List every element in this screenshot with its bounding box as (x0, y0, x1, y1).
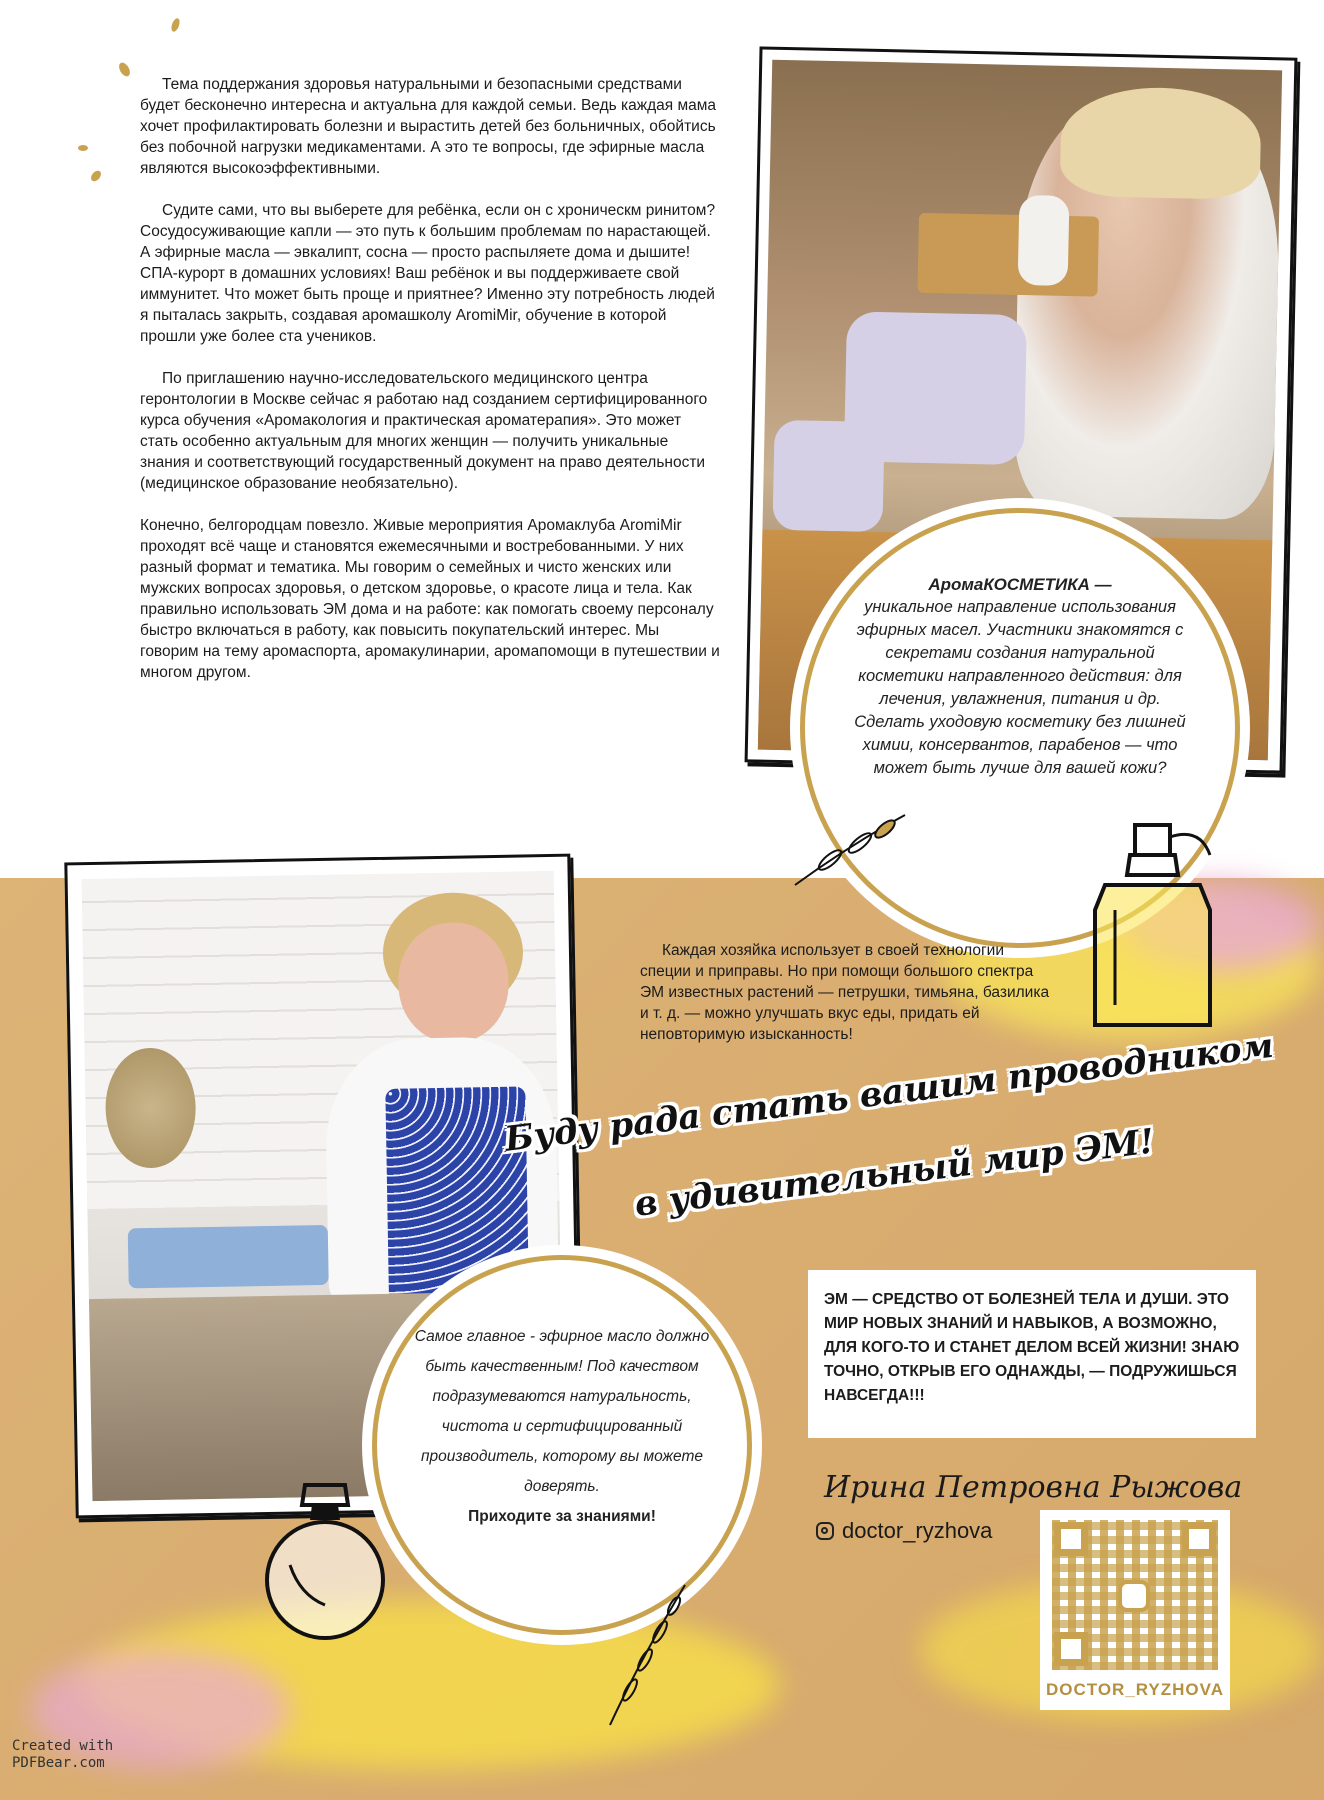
blonde-hair (1059, 85, 1262, 200)
watermark-line1: Created with (12, 1738, 114, 1754)
article-paragraph: Судите сами, что вы выберете для ребёнка… (140, 202, 716, 345)
instagram-icon (816, 1522, 834, 1540)
aromacosmetics-title: АромаКОСМЕТИКА — (928, 575, 1112, 594)
leaf-decoration-icon (116, 60, 133, 79)
wheat-branch-icon (609, 1584, 686, 1726)
watermark-line2: PDFBear.com (12, 1755, 105, 1771)
quality-circle: Самое главное - эфирное масло должно быт… (372, 1255, 752, 1635)
leaf-decoration-icon (78, 145, 88, 151)
article-paragraph: По приглашению научно-исследовательского… (140, 370, 708, 492)
article-paragraph: Тема поддержания здоровья натуральными и… (140, 76, 717, 177)
leaf-decoration-icon (169, 17, 182, 33)
cutting-board (127, 1224, 329, 1289)
article-body: Тема поддержания здоровья натуральными и… (140, 74, 720, 683)
qr-finder-icon (1054, 1632, 1088, 1666)
qr-code[interactable]: DOCTOR_RYZHOVA (1040, 1510, 1230, 1710)
olive-branch-icon (794, 814, 906, 886)
article-paragraph: Конечно, белгородцам повезло. Живые меро… (140, 517, 720, 681)
round-perfume-bottle-icon (265, 1483, 385, 1640)
qr-finder-icon (1182, 1522, 1216, 1556)
quality-text: Самое главное - эфирное масло должно быт… (414, 1328, 710, 1495)
paper-roll (1017, 194, 1070, 286)
perfume-bottle-icon (1093, 823, 1212, 1027)
quality-cta: Приходите за знаниями! (468, 1508, 656, 1525)
qr-caption: DOCTOR_RYZHOVA (1045, 1680, 1225, 1699)
wax-heater-small (772, 419, 885, 533)
aromacosmetics-text: уникальное направление использования эфи… (854, 598, 1186, 777)
oil-tray (917, 212, 1100, 297)
author-name: Ирина Петровна Рыжова (824, 1470, 1243, 1505)
instagram-handle-row[interactable]: doctor_ryzhova (816, 1518, 992, 1544)
callout-text: ЭМ — СРЕДСТВО ОТ БОЛЕЗНЕЙ ТЕЛА И ДУШИ. Э… (824, 1291, 1240, 1404)
woman-face (397, 921, 510, 1044)
spices-text: Каждая хозяйка использует в своей технол… (640, 942, 1050, 1043)
leaf-decoration-icon (89, 168, 103, 184)
callout-box: ЭМ — СРЕДСТВО ОТ БОЛЕЗНЕЙ ТЕЛА И ДУШИ. Э… (808, 1270, 1256, 1438)
instagram-username: doctor_ryzhova (842, 1518, 993, 1543)
qr-finder-icon (1054, 1522, 1088, 1556)
watermark: Created with PDFBear.com (12, 1738, 113, 1772)
qr-instagram-icon (1118, 1580, 1150, 1612)
